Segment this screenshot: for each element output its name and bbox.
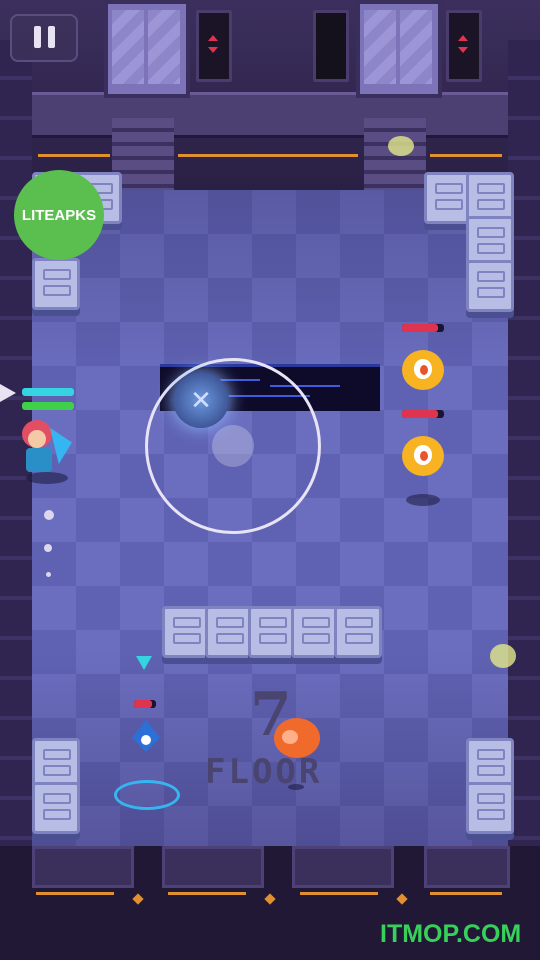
enemy-shadow	[406, 494, 440, 506]
wall-block	[162, 846, 264, 888]
enemy-health-bar	[134, 700, 156, 708]
skill-button[interactable]: ✕	[173, 372, 229, 428]
elevator-panel-right	[446, 10, 482, 82]
drone-eye	[141, 735, 151, 745]
decorative-door-right	[356, 0, 442, 98]
projectile	[46, 572, 51, 577]
liteapks-badge: LITEAPKS	[14, 170, 104, 260]
crate	[162, 606, 210, 658]
sparkle-effect	[490, 644, 516, 668]
crate	[334, 606, 382, 658]
wall-slot	[313, 10, 349, 82]
projectile	[44, 510, 54, 520]
crossed-swords-icon: ✕	[190, 385, 212, 415]
projectile	[44, 544, 52, 552]
pause-button[interactable]	[10, 14, 78, 62]
wall-light-strip	[168, 892, 246, 895]
hero-shadow	[26, 472, 68, 484]
joystick-knob[interactable]	[212, 425, 254, 467]
crate	[32, 782, 80, 834]
hero-health-bar	[22, 402, 74, 410]
enemy-health-bar	[402, 410, 444, 418]
wall-light-strip	[430, 154, 502, 157]
crate	[291, 606, 339, 658]
wall-block	[32, 846, 134, 888]
enemy-health-bar	[402, 324, 444, 332]
yellow-cyclops-enemy	[402, 350, 444, 390]
wall-block	[292, 846, 394, 888]
orange-blob-enemy	[274, 718, 320, 758]
wall-light-strip	[300, 892, 378, 895]
decorative-door-left	[104, 0, 190, 98]
crate	[32, 258, 80, 310]
itmop-watermark: ITMOP.COM	[380, 920, 522, 948]
hero-character	[20, 420, 72, 478]
yellow-cyclops-enemy	[402, 436, 444, 476]
wall-block	[424, 846, 510, 888]
teleport-ring	[114, 780, 180, 810]
floor-label: FLOOR	[205, 752, 323, 792]
wall-light-strip	[430, 892, 502, 895]
wall-light-strip	[36, 892, 114, 895]
crate	[466, 260, 514, 312]
hero-shield-bar	[22, 388, 74, 396]
wall-ledge	[30, 92, 510, 138]
wall-light-strip	[38, 154, 110, 157]
crate	[205, 606, 253, 658]
elevator-panel-left	[196, 10, 232, 82]
pause-icon	[12, 16, 76, 60]
sparkle-effect	[388, 136, 414, 156]
enemy-shadow	[288, 784, 304, 790]
crate	[248, 606, 296, 658]
crate	[424, 172, 472, 224]
wall-light-strip	[178, 154, 358, 157]
crate	[466, 782, 514, 834]
